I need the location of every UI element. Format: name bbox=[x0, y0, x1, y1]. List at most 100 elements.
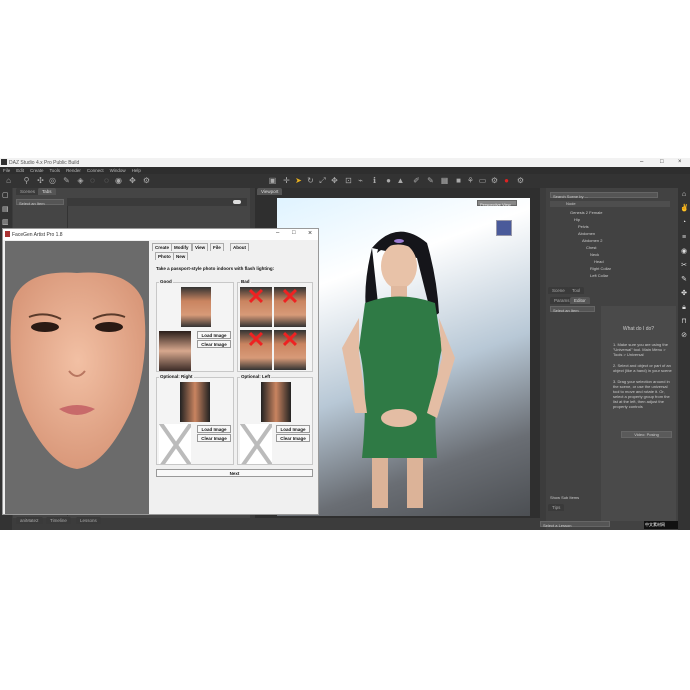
tab-create[interactable]: Create bbox=[152, 243, 173, 251]
tab-modify[interactable]: Modify bbox=[171, 243, 192, 251]
scene-search-input[interactable]: Search Scene by ... bbox=[550, 192, 658, 199]
brush-icon[interactable]: ✎ bbox=[680, 276, 688, 284]
tree-node[interactable]: Hip bbox=[550, 217, 580, 222]
bone-tool-icon[interactable]: ✥ bbox=[128, 176, 137, 185]
pointer-icon[interactable]: ➤ bbox=[294, 176, 303, 185]
minimize-button[interactable]: – bbox=[276, 230, 279, 236]
tree-node[interactable]: Right Collar bbox=[550, 266, 611, 271]
maximize-button[interactable]: □ bbox=[660, 159, 664, 165]
sphere-tool-icon[interactable]: ◉ bbox=[114, 176, 123, 185]
universal-tool-icon[interactable]: ✛ bbox=[282, 176, 291, 185]
shape-icon[interactable]: ◔ bbox=[680, 219, 688, 227]
tree-node[interactable]: Chest bbox=[550, 245, 596, 250]
pose-icon[interactable]: ✌ bbox=[680, 205, 689, 213]
settings-icon[interactable]: ⚙ bbox=[516, 176, 525, 185]
toggle-icon[interactable] bbox=[233, 200, 241, 204]
view-cube-icon[interactable] bbox=[496, 220, 512, 236]
new-figure-icon[interactable]: ⌂ bbox=[4, 176, 13, 185]
record-icon[interactable]: ● bbox=[502, 176, 511, 185]
frame-icon[interactable]: ■ bbox=[454, 176, 463, 185]
load-image-button[interactable]: Load Image bbox=[276, 425, 310, 433]
brush-icon[interactable]: ✐ bbox=[412, 176, 421, 185]
minimize-button[interactable]: – bbox=[640, 159, 643, 165]
load-image-button[interactable]: Load Image bbox=[197, 331, 231, 339]
tree-node[interactable]: Abdomen 2 bbox=[550, 238, 602, 243]
face-preview[interactable] bbox=[5, 241, 149, 514]
character-figure[interactable] bbox=[327, 218, 467, 518]
content-library-icon[interactable]: ⌂ bbox=[680, 191, 688, 199]
tab-timeline[interactable]: Timeline bbox=[46, 517, 71, 524]
menu-window[interactable]: Window bbox=[110, 167, 126, 174]
select-item-dropdown[interactable]: Select an Item bbox=[550, 306, 595, 313]
surface-tool-icon[interactable]: ◎ bbox=[48, 176, 57, 185]
tab-viewport[interactable]: Viewport bbox=[257, 188, 283, 195]
tab-file[interactable]: File bbox=[210, 243, 224, 251]
grid-icon[interactable]: ▦ bbox=[440, 176, 449, 185]
scale-icon[interactable]: ⤢ bbox=[318, 176, 327, 185]
tree-node[interactable]: Genesis 2 Female bbox=[550, 210, 602, 215]
tree-node[interactable]: Abdomen bbox=[550, 231, 595, 236]
clear-image-button[interactable]: Clear Image bbox=[197, 434, 231, 442]
camera-dropdown[interactable]: Perspective View bbox=[477, 200, 517, 207]
tab-scenes[interactable]: Scenes bbox=[16, 188, 40, 195]
translate-icon[interactable]: ✥ bbox=[330, 176, 339, 185]
active-pose-icon[interactable]: ⌁ bbox=[356, 176, 365, 185]
lock-open-icon[interactable]: ⊓ bbox=[680, 318, 688, 326]
clear-image-button[interactable]: Clear Image bbox=[276, 434, 310, 442]
menu-render[interactable]: Render bbox=[66, 167, 81, 174]
menu-tools[interactable]: Tools bbox=[50, 167, 61, 174]
open-file-icon[interactable]: ▤ bbox=[2, 205, 10, 213]
tab-tips[interactable]: Tips bbox=[548, 504, 565, 511]
tab-editor[interactable]: Editor bbox=[570, 297, 590, 304]
tree-node[interactable]: Pelvis bbox=[550, 224, 589, 229]
lesson-dropdown[interactable]: Select a Lesson bbox=[540, 521, 610, 528]
render-icon[interactable]: ● bbox=[384, 176, 393, 185]
close-button[interactable]: × bbox=[308, 230, 312, 237]
menu-help[interactable]: Help bbox=[132, 167, 141, 174]
spotlight-icon[interactable]: ▲ bbox=[396, 176, 405, 185]
weight-tool-icon[interactable]: ◌ bbox=[102, 176, 111, 185]
power-pose-icon[interactable]: ⊡ bbox=[344, 176, 353, 185]
tool-icon[interactable]: ✂ bbox=[680, 262, 688, 270]
edit-icon[interactable]: ✎ bbox=[426, 176, 435, 185]
tab-tabs[interactable]: Tabs bbox=[38, 188, 56, 195]
rotate-icon[interactable]: ↻ bbox=[306, 176, 315, 185]
menu-edit[interactable]: Edit bbox=[16, 167, 24, 174]
tree-node[interactable]: Left Collar bbox=[550, 273, 608, 278]
region-tool-icon[interactable]: ◌ bbox=[88, 176, 97, 185]
node-tool-icon[interactable]: ✣ bbox=[36, 176, 45, 185]
geometry-tool-icon[interactable]: ✎ bbox=[62, 176, 71, 185]
clear-image-button[interactable]: Clear Image bbox=[197, 340, 231, 348]
tab-animate2[interactable]: aniMate2 bbox=[16, 517, 43, 524]
select-item-dropdown[interactable]: Select an Item bbox=[16, 199, 64, 206]
morph-tool-icon[interactable]: ◈ bbox=[76, 176, 85, 185]
next-button[interactable]: Next bbox=[156, 469, 313, 477]
subtab-photo[interactable]: Photo bbox=[155, 252, 174, 260]
new-file-icon[interactable]: ▢ bbox=[2, 191, 10, 199]
compass-icon[interactable]: ⊘ bbox=[680, 332, 688, 340]
tree-icon[interactable]: ⚘ bbox=[466, 176, 475, 185]
tree-node[interactable]: Neck bbox=[550, 252, 599, 257]
show-sub-items-checkbox[interactable]: Show Sub Items bbox=[550, 495, 579, 500]
menu-connect[interactable]: Connect bbox=[87, 167, 104, 174]
close-button[interactable]: × bbox=[678, 159, 682, 165]
menu-create[interactable]: Create bbox=[30, 167, 44, 174]
lights-icon[interactable]: ◉ bbox=[680, 248, 688, 256]
figure-icon[interactable]: ✤ bbox=[680, 290, 688, 298]
tree-node[interactable]: Head bbox=[550, 259, 604, 264]
gear-icon[interactable]: ⚙ bbox=[490, 176, 499, 185]
tab-view[interactable]: View bbox=[192, 243, 209, 251]
list-icon[interactable]: ≡ bbox=[680, 234, 688, 242]
tab-about[interactable]: About bbox=[230, 243, 249, 251]
subtab-new[interactable]: New bbox=[173, 252, 189, 260]
save-file-icon[interactable]: ▥ bbox=[2, 218, 10, 226]
pin-tool-icon[interactable]: ⚙ bbox=[142, 176, 151, 185]
video-posing-button[interactable]: Video: Posing bbox=[621, 431, 672, 438]
lock-icon[interactable]: 🔒︎ bbox=[680, 304, 688, 312]
render-settings-icon[interactable]: ▭ bbox=[478, 176, 487, 185]
tab-scene[interactable]: Scene bbox=[548, 287, 569, 294]
figure-icon[interactable]: ℹ bbox=[370, 176, 379, 185]
maximize-button[interactable]: □ bbox=[292, 230, 296, 236]
joint-tool-icon[interactable]: ⚲ bbox=[22, 176, 31, 185]
tab-tool[interactable]: Tool bbox=[568, 287, 585, 294]
